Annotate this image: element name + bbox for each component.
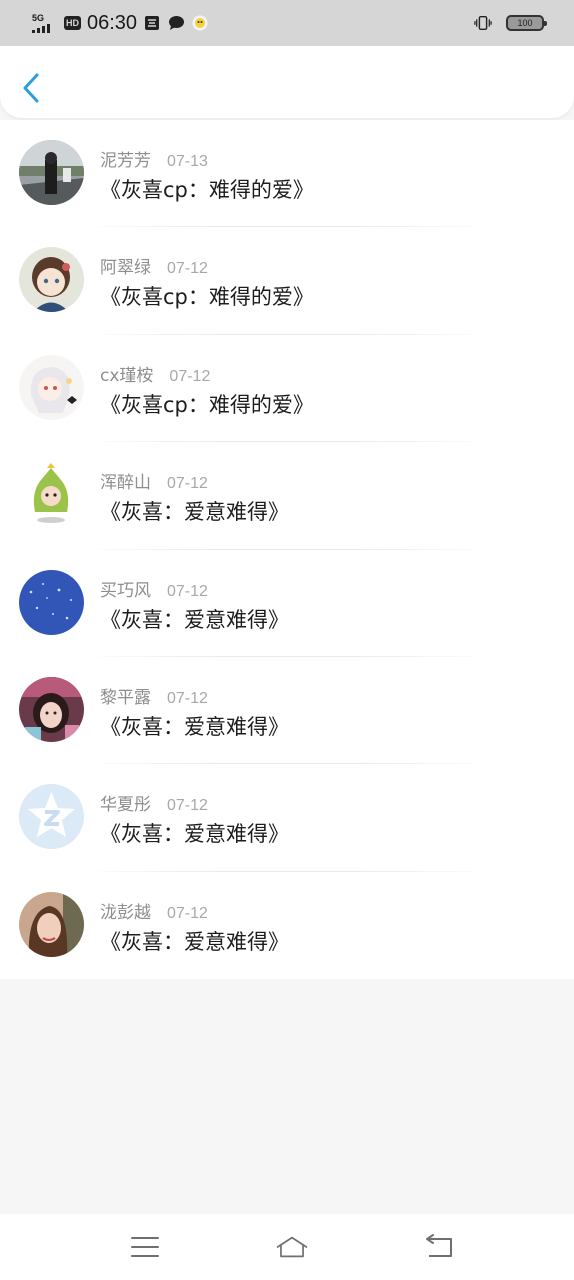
post-date: 07-12 (169, 367, 211, 385)
user-name: cx瑾桉 (100, 365, 154, 386)
menu-icon (131, 1237, 159, 1257)
avatar[interactable] (19, 676, 84, 742)
post-date: 07-12 (167, 797, 208, 815)
list-item[interactable]: 黎平露 07-12 《灰喜：爱意难得》 (0, 657, 574, 765)
post-date: 07-12 (167, 475, 208, 493)
chevron-left-icon (23, 73, 39, 103)
avatar[interactable] (19, 247, 84, 313)
user-name: 黎平露 (100, 687, 151, 708)
avatar[interactable] (19, 140, 84, 205)
message-bubble-icon (167, 14, 185, 32)
app-notification-icon (191, 14, 209, 32)
signal-indicator: 5G (32, 13, 58, 33)
user-name: 华夏彤 (100, 795, 151, 816)
sim-card-icon (143, 14, 161, 32)
list-item[interactable]: 泥芳芳 07-13 《灰喜cp：难得的爱》 (0, 120, 574, 228)
message-list: 泥芳芳 07-13 《灰喜cp：难得的爱》 阿翠绿 07-12 《灰喜cp：难得… (0, 120, 574, 980)
system-nav-bar (0, 1214, 574, 1280)
back-nav-button[interactable] (422, 1230, 456, 1264)
post-title[interactable]: 《灰喜：爱意难得》 (100, 496, 289, 526)
list-item[interactable]: 华夏彤 07-12 《灰喜：爱意难得》 (0, 764, 574, 872)
network-type: 5G (32, 13, 45, 23)
post-date: 07-12 (167, 904, 208, 922)
post-title[interactable]: 《灰喜cp：难得的爱》 (100, 174, 314, 204)
post-title[interactable]: 《灰喜：爱意难得》 (100, 818, 289, 848)
list-item[interactable]: 买巧风 07-12 《灰喜：爱意难得》 (0, 550, 574, 657)
back-button[interactable] (16, 68, 46, 108)
home-button[interactable] (275, 1230, 309, 1264)
hd-badge: HD (64, 16, 81, 30)
battery-level: 100 (517, 18, 533, 28)
avatar[interactable] (19, 891, 84, 957)
post-title[interactable]: 《灰喜：爱意难得》 (100, 604, 289, 634)
avatar[interactable] (19, 354, 84, 420)
battery-icon: 100 (506, 15, 547, 31)
signal-bars-icon (32, 23, 50, 33)
post-date: 07-12 (167, 689, 208, 707)
status-bar: 5G HD 06:30 100 (0, 0, 574, 46)
header (0, 46, 574, 118)
post-title[interactable]: 《灰喜：爱意难得》 (100, 926, 289, 956)
user-name: 买巧风 (100, 580, 151, 601)
post-date: 07-12 (167, 582, 208, 600)
post-date: 07-13 (167, 153, 208, 170)
post-title[interactable]: 《灰喜cp：难得的爱》 (100, 389, 314, 419)
avatar[interactable] (19, 784, 84, 850)
user-name: 泥芳芳 (100, 151, 151, 171)
menu-button[interactable] (128, 1230, 162, 1264)
list-item[interactable]: 阿翠绿 07-12 《灰喜cp：难得的爱》 (0, 227, 574, 335)
user-name: 浑醉山 (100, 473, 151, 494)
post-title[interactable]: 《灰喜：爱意难得》 (100, 711, 289, 741)
status-time: 06:30 (87, 11, 138, 34)
back-icon (426, 1234, 452, 1257)
list-item[interactable]: 浑醉山 07-12 《灰喜：爱意难得》 (0, 442, 574, 550)
home-icon (276, 1236, 308, 1258)
list-item[interactable]: 泷彭越 07-12 《灰喜：爱意难得》 (0, 872, 574, 979)
avatar[interactable] (19, 569, 84, 635)
vibrate-icon (474, 14, 492, 32)
user-name: 泷彭越 (100, 902, 151, 923)
list-item[interactable]: cx瑾桉 07-12 《灰喜cp：难得的爱》 (0, 335, 574, 443)
avatar[interactable] (19, 462, 84, 528)
user-name: 阿翠绿 (100, 258, 151, 279)
post-date: 07-12 (167, 260, 208, 278)
post-title[interactable]: 《灰喜cp：难得的爱》 (100, 281, 314, 311)
